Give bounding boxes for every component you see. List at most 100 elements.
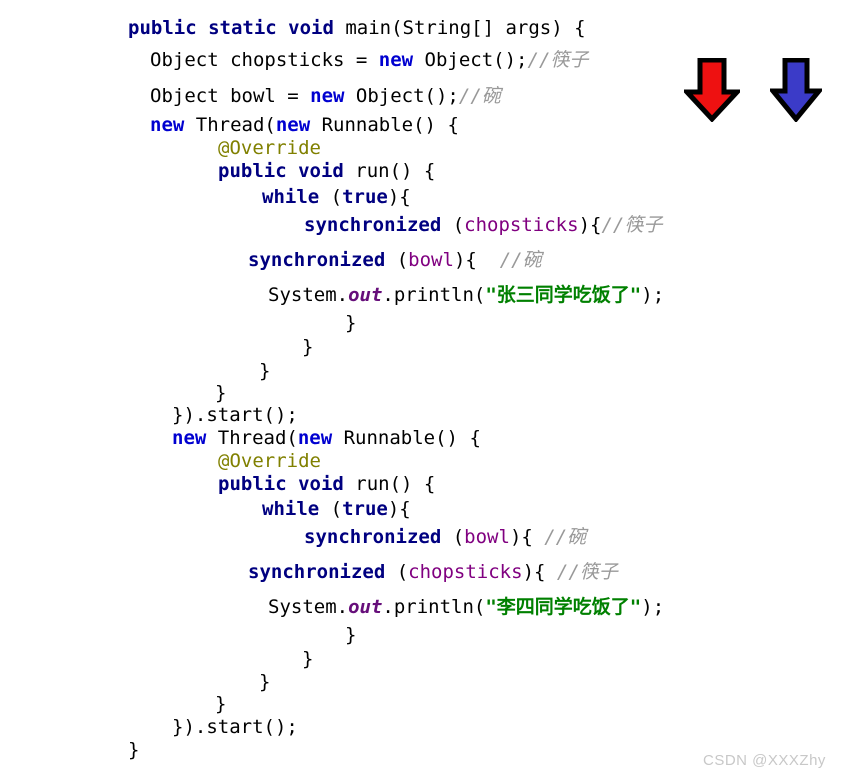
code-token: true [342, 498, 388, 520]
code-line: while (true){ [262, 499, 411, 519]
code-token: run() { [355, 473, 436, 495]
screenshot-canvas: public static void main(String[] args) {… [0, 0, 866, 783]
code-token: Object(); [344, 85, 459, 107]
code-token: synchronized [248, 249, 386, 271]
code-line: }).start(); [172, 405, 298, 425]
blue-down-arrow [770, 58, 822, 122]
code-token: new [310, 85, 345, 107]
code-token: .println( [382, 596, 486, 618]
code-line: } [345, 313, 356, 333]
code-line: Object chopsticks = new Object();//筷子 [150, 50, 588, 70]
code-token: "张三同学吃饭了" [485, 284, 642, 306]
code-token: public void [218, 473, 356, 495]
code-line: } [302, 337, 313, 357]
code-token: } [259, 360, 271, 382]
code-token: synchronized [304, 526, 442, 548]
code-token: }).start(); [172, 404, 298, 426]
code-line: } [259, 672, 270, 692]
red-arrow-shape [684, 58, 740, 122]
code-token: } [345, 624, 357, 646]
code-token: ){ [387, 498, 411, 520]
code-line: while (true){ [262, 187, 411, 207]
code-line: }).start(); [172, 717, 298, 737]
code-line: } [128, 740, 139, 760]
code-token: bowl [464, 526, 510, 548]
code-token: Object chopsticks = [150, 49, 379, 71]
code-line: } [215, 383, 226, 403]
code-token: ){ [387, 186, 411, 208]
code-token: @Override [218, 137, 321, 159]
code-token: //碗 [458, 85, 501, 107]
code-token: } [302, 336, 314, 358]
code-line: synchronized (bowl){ //碗 [248, 250, 542, 270]
code-token: new [172, 427, 207, 449]
code-token: } [215, 382, 227, 404]
code-token: true [342, 186, 388, 208]
code-token: } [215, 693, 227, 715]
code-line: synchronized (chopsticks){ //筷子 [248, 562, 618, 582]
code-token: } [128, 739, 140, 761]
code-token: System. [268, 596, 349, 618]
code-token: chopsticks [408, 561, 523, 583]
code-token: //碗 [499, 249, 542, 271]
code-token: synchronized [248, 561, 386, 583]
code-token: bowl [408, 249, 454, 271]
code-token: while [262, 498, 320, 520]
code-token: } [302, 648, 314, 670]
code-token: ){ [509, 526, 545, 548]
code-line: synchronized (chopsticks){//筷子 [304, 215, 662, 235]
code-line: new Thread(new Runnable() { [172, 428, 481, 448]
code-line: synchronized (bowl){ //碗 [304, 527, 586, 547]
code-token: } [259, 671, 271, 693]
code-token: ( [319, 186, 343, 208]
code-token: ); [641, 596, 665, 618]
code-token: chopsticks [464, 214, 579, 236]
code-token: new [275, 114, 311, 136]
code-token: //筷子 [527, 49, 589, 71]
code-line: public static void main(String[] args) { [128, 18, 586, 38]
code-token: //筷子 [601, 214, 663, 236]
code-token: synchronized [304, 214, 442, 236]
code-line: new Thread(new Runnable() { [150, 115, 459, 135]
code-token: new [378, 49, 414, 71]
code-token: ){ [578, 214, 602, 236]
code-token: ){ [453, 249, 500, 271]
csdn-watermark: CSDN @XXXZhy [703, 752, 826, 769]
code-token: ( [385, 561, 409, 583]
code-token: @Override [218, 450, 321, 472]
code-line: System.out.println("张三同学吃饭了"); [268, 285, 664, 305]
code-token: "李四同学吃饭了" [485, 596, 642, 618]
code-line: @Override [218, 451, 321, 471]
code-line: } [259, 361, 270, 381]
code-token: main(String[] args) { [345, 17, 586, 39]
code-token: Object(); [413, 49, 528, 71]
code-token: ( [319, 498, 343, 520]
code-token: ( [441, 526, 465, 548]
code-token: out [348, 284, 383, 306]
code-token: new [297, 427, 333, 449]
code-token: run() { [355, 160, 436, 182]
code-line: } [345, 625, 356, 645]
code-line: System.out.println("李四同学吃饭了"); [268, 597, 664, 617]
code-token: public void [218, 160, 356, 182]
code-line: } [215, 694, 226, 714]
code-token: }).start(); [172, 716, 298, 738]
code-token: Runnable() { [332, 427, 481, 449]
code-line: Object bowl = new Object();//碗 [150, 86, 501, 106]
code-token: .println( [382, 284, 486, 306]
code-token: public static void [128, 17, 346, 39]
code-token: //筷子 [556, 561, 618, 583]
code-token: ){ [522, 561, 557, 583]
code-token: Thread( [184, 114, 276, 136]
blue-arrow-shape [770, 58, 822, 122]
code-line: public void run() { [218, 161, 435, 181]
code-token: ( [441, 214, 465, 236]
code-line: } [302, 649, 313, 669]
code-token: ); [641, 284, 665, 306]
code-line: @Override [218, 138, 321, 158]
code-token: out [348, 596, 383, 618]
code-token: Runnable() { [310, 114, 459, 136]
code-token: ( [385, 249, 409, 271]
red-down-arrow [684, 58, 740, 122]
code-line: public void run() { [218, 474, 435, 494]
